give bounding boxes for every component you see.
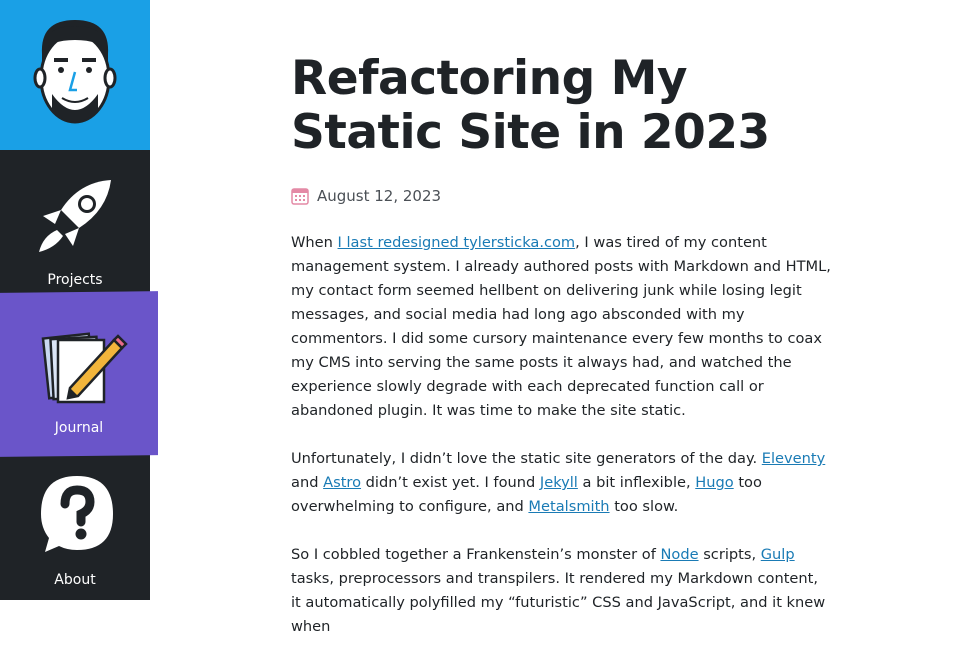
paragraph-2: Unfortunately, I didn’t love the static …	[291, 447, 831, 519]
link-jekyll[interactable]: Jekyll	[540, 474, 578, 491]
text: tasks, preprocessors and transpilers. It…	[291, 570, 826, 635]
link-eleventy[interactable]: Eleventy	[762, 450, 825, 467]
sidebar-item-journal[interactable]: Journal	[0, 291, 158, 457]
home-avatar-link[interactable]	[0, 0, 150, 150]
text: When	[291, 234, 338, 251]
sidebar-item-label: Journal	[54, 420, 104, 436]
sidebar-item-about[interactable]: About	[0, 450, 150, 600]
link-last-redesign[interactable]: I last redesigned tylersticka.com	[338, 234, 576, 251]
rocket-icon	[39, 180, 111, 252]
text: Unfortunately, I didn’t love the static …	[291, 450, 762, 467]
page-title: Refactoring My Static Site in 2023	[291, 52, 831, 160]
text: scripts,	[698, 546, 761, 563]
paragraph-1: When I last redesigned tylersticka.com, …	[291, 231, 831, 423]
post-date: August 12, 2023	[317, 187, 442, 205]
post-date-row: August 12, 2023	[291, 185, 441, 207]
link-gulp[interactable]: Gulp	[761, 546, 795, 563]
text: , I was tired of my content management s…	[291, 234, 831, 419]
text: too slow.	[609, 498, 679, 515]
post-body: When I last redesigned tylersticka.com, …	[291, 231, 831, 663]
text: a bit inflexible,	[577, 474, 696, 491]
page-title-line-2: Static Site in 2023	[291, 105, 770, 160]
sidebar: Projects Journal About	[0, 0, 158, 600]
link-node[interactable]: Node	[660, 546, 698, 563]
calendar-icon	[291, 188, 309, 205]
link-metalsmith[interactable]: Metalsmith	[528, 498, 609, 515]
text: and	[291, 474, 324, 491]
text: So I cobbled together a Frankenstein’s m…	[291, 546, 661, 563]
sidebar-item-label: About	[54, 572, 96, 588]
sidebar-item-label: Projects	[47, 272, 103, 288]
page-title-line-1: Refactoring My	[291, 51, 688, 106]
avatar-face-icon	[33, 20, 117, 124]
link-hugo[interactable]: Hugo	[695, 474, 733, 491]
question-bubble-icon	[41, 476, 113, 552]
text: didn’t exist yet. I found	[361, 474, 540, 491]
link-astro[interactable]: Astro	[323, 474, 361, 491]
sidebar-item-projects[interactable]: Projects	[0, 150, 150, 300]
paragraph-3: So I cobbled together a Frankenstein’s m…	[291, 543, 831, 639]
notebook-pencil-icon	[41, 332, 128, 404]
